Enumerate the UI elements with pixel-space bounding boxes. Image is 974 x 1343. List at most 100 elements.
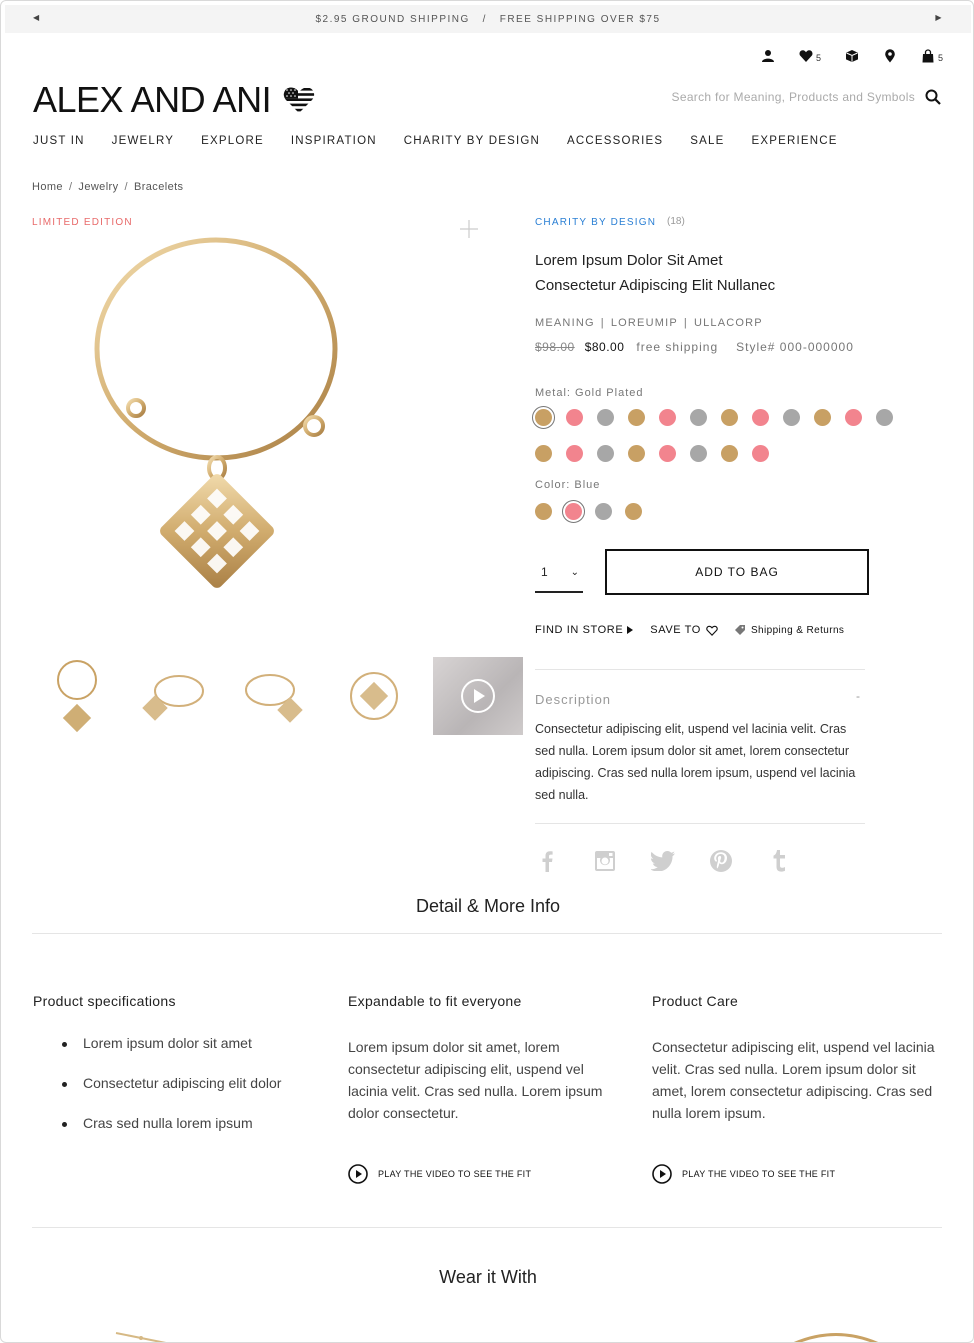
care-text: Consectetur adipiscing elit, uspend vel …	[652, 1039, 935, 1121]
meaning-tag[interactable]: MEANING	[535, 317, 595, 329]
swatch-gold[interactable]	[628, 409, 645, 426]
spec-item: Lorem ipsum dolor sit amet	[33, 1035, 323, 1051]
search-input[interactable]	[655, 90, 915, 104]
thumbnail-1[interactable]	[37, 657, 117, 735]
swatch-pink[interactable]	[566, 409, 583, 426]
swatch-gold[interactable]	[532, 406, 555, 429]
product-main-image[interactable]	[31, 231, 481, 641]
brand-logo[interactable]: ALEX AND ANI	[33, 79, 315, 121]
metal-swatches-row-2	[535, 445, 783, 462]
limited-edition-badge: LIMITED EDITION	[32, 217, 133, 228]
store-locator-button[interactable]	[883, 49, 897, 63]
review-count[interactable]: (18)	[667, 216, 685, 227]
collection-link[interactable]: CHARITY BY DESIGN	[535, 217, 656, 228]
spec-heading: Product specifications	[33, 993, 176, 1009]
swatch-gold[interactable]	[721, 445, 738, 462]
description-collapse-toggle[interactable]: -	[856, 689, 860, 703]
care-heading: Product Care	[652, 993, 739, 1009]
breadcrumb-bracelets[interactable]: Bracelets	[134, 181, 183, 193]
color-label: Color: Blue	[535, 479, 601, 491]
swatch-silver[interactable]	[597, 409, 614, 426]
swatch-gold[interactable]	[721, 409, 738, 426]
wishlist-button[interactable]: 5	[799, 49, 821, 63]
shipping-returns-link[interactable]: Shipping & Returns	[734, 624, 844, 636]
nav-item-charity-by-design[interactable]: CHARITY BY DESIGN	[404, 135, 540, 147]
swatch-gold[interactable]	[535, 445, 552, 462]
facebook-icon[interactable]	[535, 849, 559, 873]
nav-item-jewelry[interactable]: JEWELRY	[112, 135, 175, 147]
swatch-pink[interactable]	[659, 409, 676, 426]
account-button[interactable]	[761, 49, 775, 63]
nav-item-accessories[interactable]: ACCESSORIES	[567, 135, 663, 147]
save-to-link[interactable]: SAVE TO	[650, 624, 718, 636]
product-specifications: Product specifications Lorem ipsum dolor…	[33, 993, 323, 1155]
promo-prev-icon[interactable]: ◀	[33, 13, 41, 22]
product-title-line-1: Lorem Ipsum Dolor Sit Amet	[535, 252, 723, 269]
spec-item: Cras sed nulla lorem ipsum	[33, 1115, 323, 1131]
product-title-line-2: Consectetur Adipiscing Elit Nullanec	[535, 277, 776, 294]
swatch-silver[interactable]	[597, 445, 614, 462]
swatch-silver[interactable]	[595, 503, 612, 520]
breadcrumb-home[interactable]: Home	[32, 181, 63, 193]
divider	[535, 823, 865, 824]
social-share	[535, 849, 825, 873]
swatch-silver[interactable]	[876, 409, 893, 426]
swatch-pink[interactable]	[752, 445, 769, 462]
box-icon	[845, 50, 858, 62]
logo-text: ALEX AND ANI	[33, 79, 272, 120]
swatch-gold[interactable]	[628, 445, 645, 462]
search-icon[interactable]	[925, 89, 941, 105]
orders-button[interactable]	[845, 49, 859, 63]
thumbnail-image	[57, 660, 97, 733]
fit-video-link[interactable]: PLAY THE VIDEO TO SEE THE FIT	[348, 1164, 608, 1184]
nav-item-just-in[interactable]: JUST IN	[33, 135, 85, 147]
search-bar	[655, 89, 941, 105]
add-to-bag-button[interactable]: ADD TO BAG	[605, 549, 869, 595]
meaning-separator: |	[600, 317, 605, 329]
nav-item-explore[interactable]: EXPLORE	[201, 135, 264, 147]
breadcrumb-separator: /	[124, 181, 128, 193]
find-in-store-link[interactable]: FIND IN STORE	[535, 624, 634, 636]
swatch-silver[interactable]	[783, 409, 800, 426]
bag-button[interactable]: 5	[921, 49, 943, 63]
meaning-tag[interactable]: LOREUMIP	[611, 317, 678, 329]
meaning-tag[interactable]: ULLACORP	[694, 317, 763, 329]
style-number: Style# 000-000000	[736, 340, 854, 354]
nav-item-inspiration[interactable]: INSPIRATION	[291, 135, 377, 147]
swatch-gold[interactable]	[625, 503, 642, 520]
thumbnail-2[interactable]	[136, 657, 216, 735]
swatch-silver[interactable]	[690, 445, 707, 462]
swatch-pink[interactable]	[659, 445, 676, 462]
pinterest-icon[interactable]	[709, 849, 733, 873]
breadcrumb-jewelry[interactable]: Jewelry	[78, 181, 118, 193]
swatch-pink[interactable]	[845, 409, 862, 426]
swatch-gold[interactable]	[535, 503, 552, 520]
description-heading[interactable]: Description	[535, 692, 611, 707]
thumbnail-3[interactable]	[235, 657, 315, 735]
nav-item-sale[interactable]: SALE	[690, 135, 724, 147]
nav-item-experience[interactable]: EXPERIENCE	[752, 135, 838, 147]
caret-right-icon	[627, 626, 634, 634]
shipping-note: free shipping	[636, 340, 719, 354]
thumbnail-video[interactable]	[433, 657, 523, 735]
recommended-product-image[interactable]	[111, 1327, 181, 1343]
swatch-silver[interactable]	[690, 409, 707, 426]
spec-list: Lorem ipsum dolor sit amet Consectetur a…	[33, 1035, 323, 1131]
thumbnail-strip	[37, 657, 542, 735]
fit-video-label: PLAY THE VIDEO TO SEE THE FIT	[378, 1169, 532, 1179]
instagram-icon[interactable]	[593, 849, 617, 873]
tumblr-icon[interactable]	[767, 849, 791, 873]
thumbnail-4[interactable]	[334, 657, 414, 735]
swatch-pink[interactable]	[752, 409, 769, 426]
swatch-gold[interactable]	[814, 409, 831, 426]
twitter-icon[interactable]	[651, 849, 675, 873]
care-video-link[interactable]: PLAY THE VIDEO TO SEE THE FIT	[652, 1164, 942, 1184]
promo-next-icon[interactable]: ▶	[935, 13, 943, 22]
swatch-pink[interactable]	[562, 500, 585, 523]
save-to-label: SAVE TO	[650, 624, 701, 636]
quantity-select[interactable]: 1 ⌄	[535, 553, 583, 593]
recommended-product-image[interactable]	[791, 1329, 881, 1343]
swatch-pink[interactable]	[566, 445, 583, 462]
flag-heart-icon	[283, 87, 315, 113]
promo-bar: ◀ $2.95 GROUND SHIPPING / FREE SHIPPING …	[5, 5, 971, 33]
